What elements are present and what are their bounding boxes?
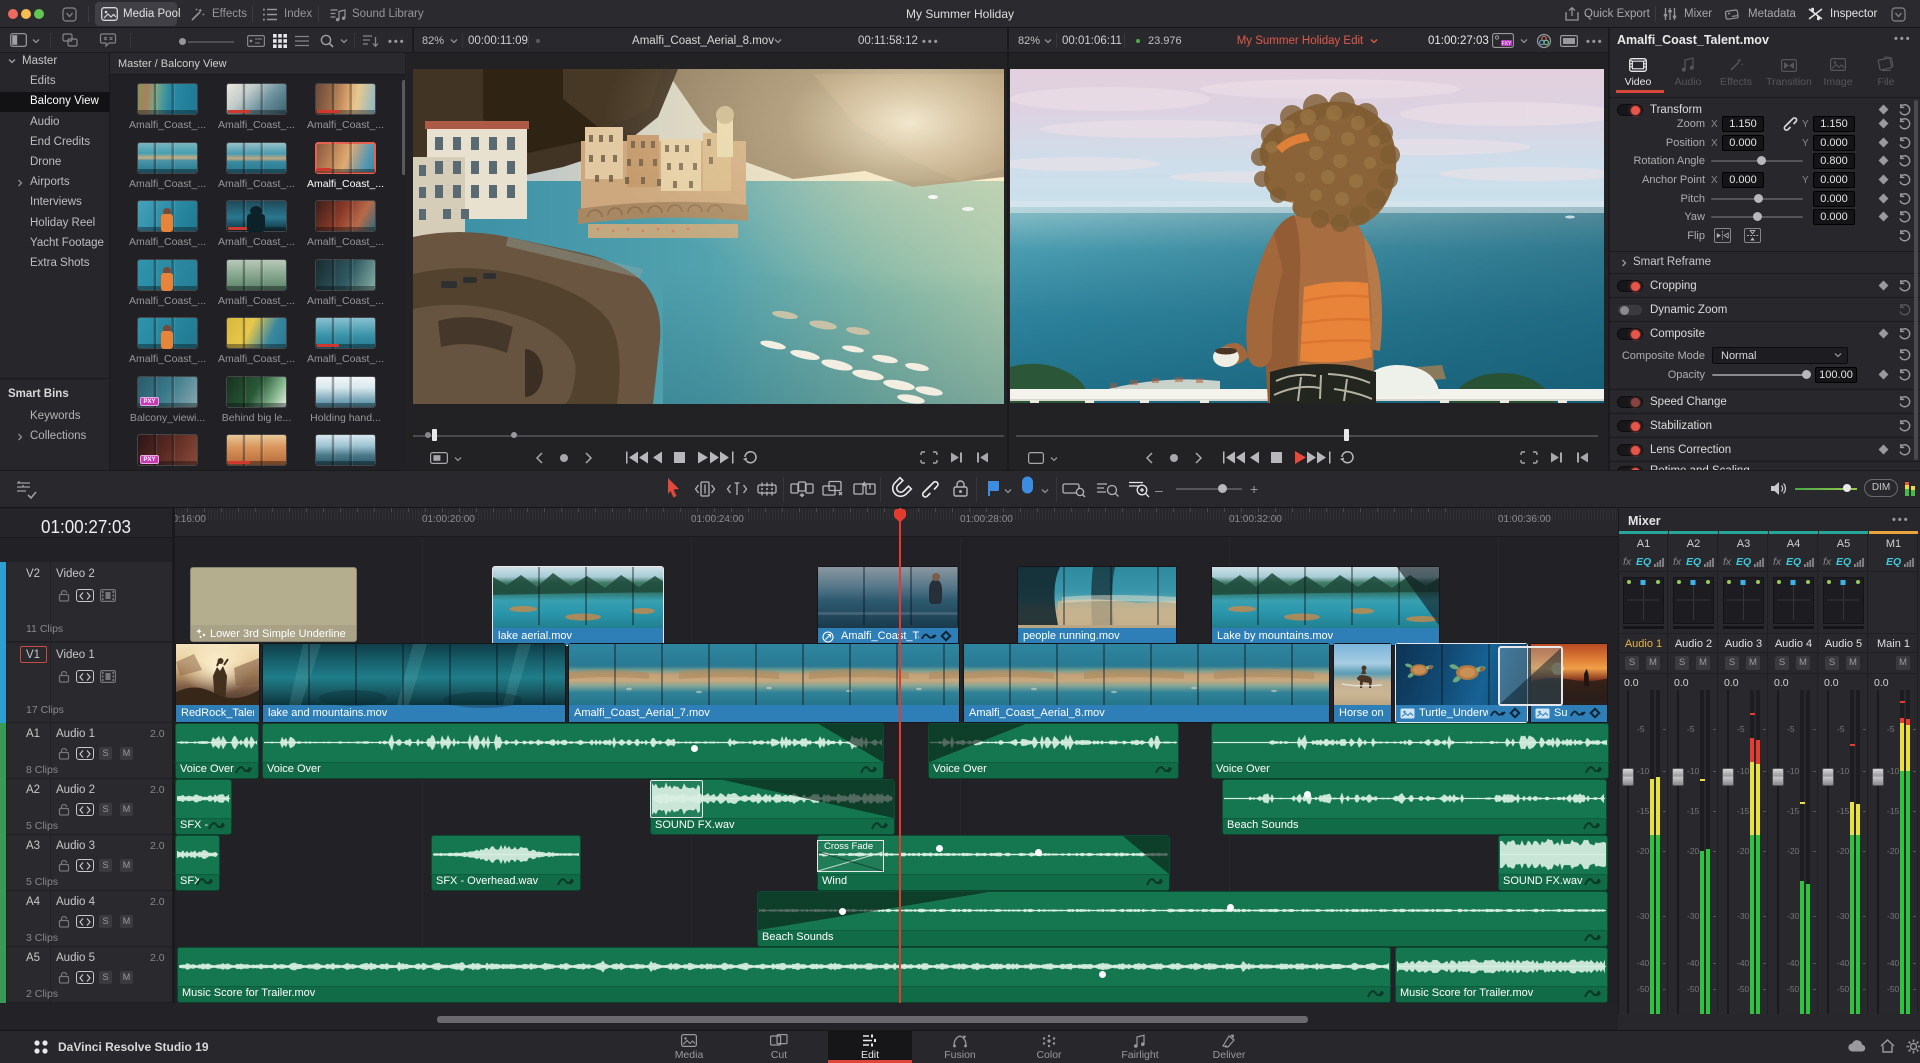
- svg-text:FXY: FXY: [1502, 41, 1512, 47]
